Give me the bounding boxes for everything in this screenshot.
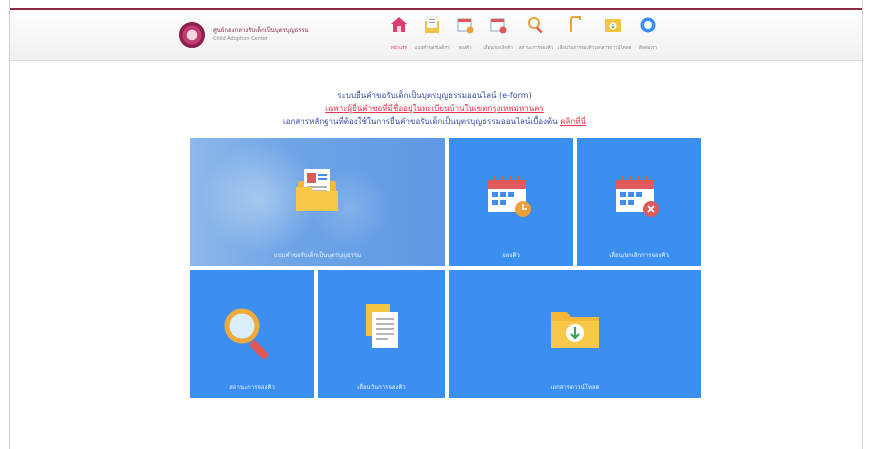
intro-documents-text: เอกสารหลักฐานที่ต้องใช้ในการยื่นคำขอรับเ… xyxy=(283,117,558,126)
logo-emblem-icon xyxy=(179,22,205,48)
tile-label-queue-status: สถานะการจองคิว xyxy=(229,384,275,391)
intro-title: ระบบยื่นคำขอรับเด็กเป็นบุตรบุญธรรมออนไลน… xyxy=(337,91,532,100)
form-icon xyxy=(425,16,439,33)
tile-reschedule-queue[interactable]: เลื่อนวันการจองคิว xyxy=(318,270,445,398)
home-icon xyxy=(391,17,407,32)
nav-item-reschedule-date[interactable]: เลื่อนวันการจองคิว xyxy=(558,12,594,56)
contact-icon xyxy=(640,17,656,33)
tile-queue-status[interactable]: สถานะการจองคิว xyxy=(190,270,314,398)
magnifier-icon xyxy=(224,308,269,360)
download-icon xyxy=(605,19,621,32)
window-frame-left xyxy=(0,0,10,449)
tile-reschedule-cancel[interactable]: เลื่อน/ยกเลิกการจองคิว xyxy=(577,138,701,266)
tile-label-downloads: เอกสารดาวน์โหลด xyxy=(550,384,600,391)
folder-profile-icon xyxy=(296,169,338,211)
tile-label-reschedule-queue: เลื่อนวันการจองคิว xyxy=(357,384,406,391)
tile-adoption-form[interactable]: แบบคำขอรับเด็กเป็นบุตรบุญธรรม xyxy=(190,138,445,266)
intro-documents-line: เอกสารหลักฐานที่ต้องใช้ในการยื่นคำขอรับเ… xyxy=(0,115,869,128)
nav-item-status[interactable]: สถานะการจองคิว xyxy=(518,12,554,56)
calendar-clock-icon xyxy=(457,18,474,34)
nav-label-reschedule-date: เลื่อนวันการจองคิว xyxy=(557,46,595,51)
calendar-clock-icon xyxy=(488,176,531,217)
download-folder-icon xyxy=(551,312,599,348)
click-here-link[interactable]: คลิกที่นี่ xyxy=(560,117,586,126)
nav-label-downloads: เอกสารดาวน์โหลด xyxy=(594,46,632,51)
tile-label-adoption-form: แบบคำขอรับเด็กเป็นบุตรบุญธรรม xyxy=(273,252,362,259)
window-frame-right xyxy=(862,0,869,449)
nav-item-downloads[interactable]: เอกสารดาวน์โหลด xyxy=(595,12,631,56)
documents-icon xyxy=(366,304,398,348)
tile-book-queue[interactable]: จองคิว xyxy=(449,138,573,266)
tile-label-book-queue: จองคิว xyxy=(502,252,520,259)
intro-notice-link[interactable]: เฉพาะผู้ยื่นคำขอที่มีชื่ออยู่ในทะเบียนบ้… xyxy=(0,102,869,115)
site-logo[interactable]: ศูนย์กองกลางรับเด็กเป็นบุตรบุญธรรม Child… xyxy=(179,22,309,48)
logo-title: ศูนย์กองกลางรับเด็กเป็นบุตรบุญธรรม xyxy=(213,27,309,34)
nav-label-status: สถานะการจองคิว xyxy=(518,46,554,51)
nav-item-reschedule[interactable]: เลื่อน/ยกเลิกคิว xyxy=(480,12,516,56)
logo-subtitle: Child Adoption Center xyxy=(213,36,268,42)
nav-label-reschedule: เลื่อน/ยกเลิกคิว xyxy=(483,46,513,51)
nav-label-contact: ติดต่อเรา xyxy=(639,46,657,51)
door-icon xyxy=(570,16,581,32)
tile-downloads[interactable]: เอกสารดาวน์โหลด xyxy=(449,270,701,398)
search-icon xyxy=(528,17,543,34)
tile-label-reschedule-cancel: เลื่อน/ยกเลิกการจองคิว xyxy=(609,252,669,259)
nav-item-contact[interactable]: ติดต่อเรา xyxy=(630,12,666,56)
calendar-cancel-icon xyxy=(616,176,659,217)
navbar: ศูนย์กองกลางรับเด็กเป็นบุตรบุญธรรม Child… xyxy=(10,10,862,61)
calendar-cancel-icon xyxy=(490,18,507,34)
